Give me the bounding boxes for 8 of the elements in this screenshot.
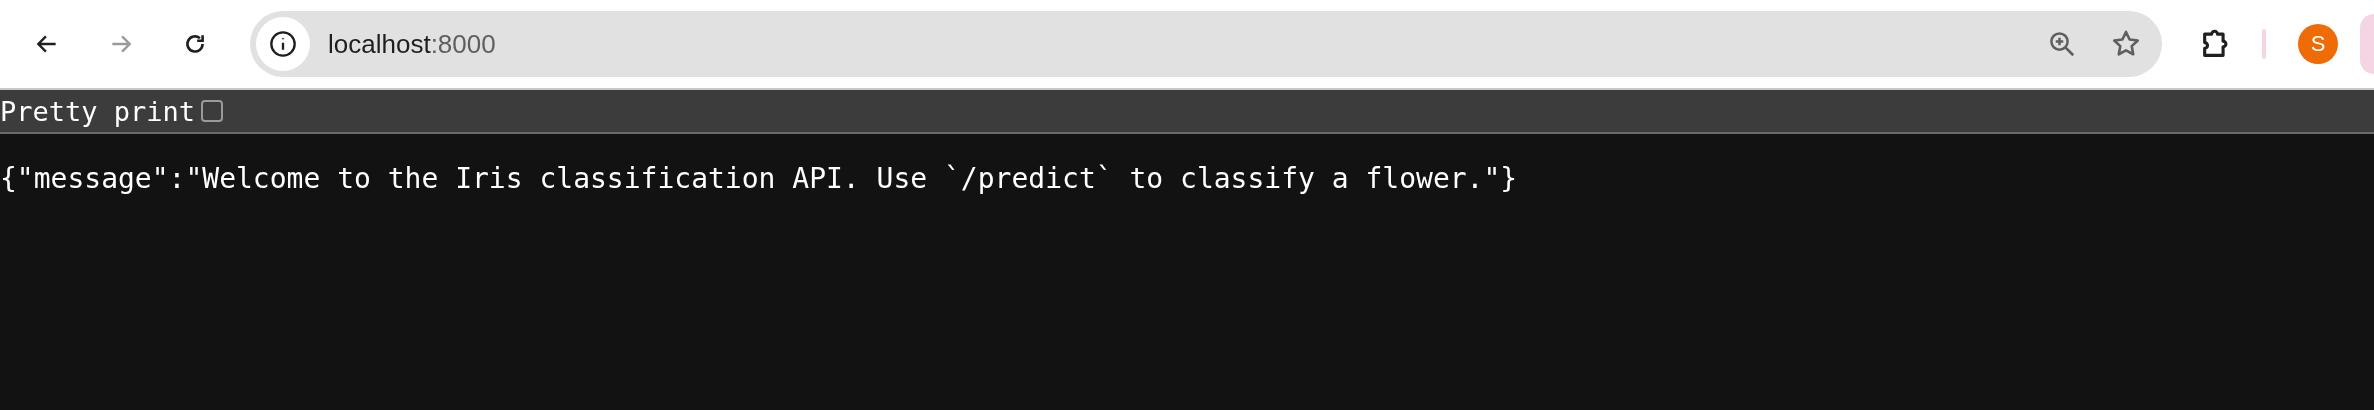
- pretty-print-checkbox[interactable]: [201, 100, 224, 122]
- address-bar[interactable]: localhost:8000: [250, 11, 2162, 77]
- url-port: :8000: [430, 28, 496, 60]
- pretty-print-label: Pretty print: [0, 95, 196, 127]
- site-info-button[interactable]: [256, 17, 310, 71]
- url-host: localhost: [328, 28, 431, 60]
- json-response: {"message":"Welcome to the Iris classification API. Use `/predict` to classify a flower."}: [0, 162, 1519, 195]
- info-icon: [269, 30, 297, 58]
